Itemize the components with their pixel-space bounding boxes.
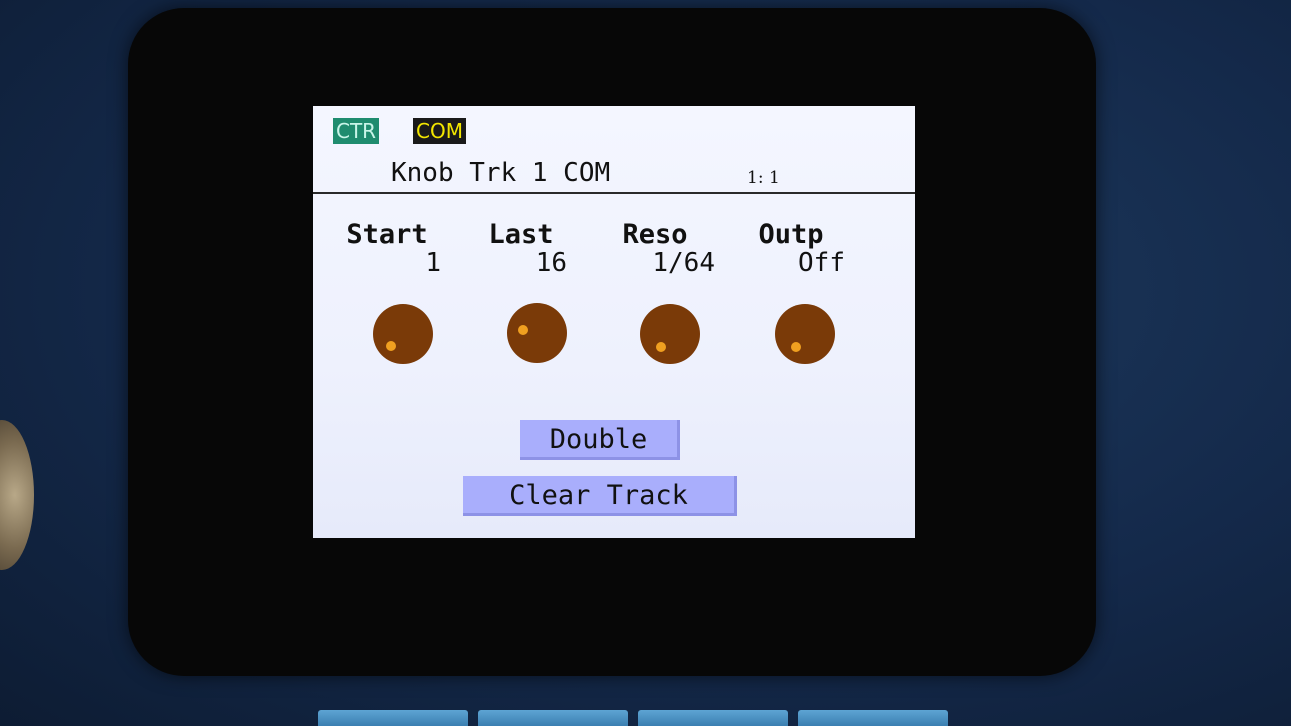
knob-outp[interactable] <box>775 304 835 364</box>
param-last: Last 16 <box>461 219 581 278</box>
double-button[interactable]: Double <box>520 420 680 460</box>
page-title: Knob Trk 1 COM <box>391 158 611 188</box>
hardware-button-3[interactable] <box>638 710 788 726</box>
lcd-screen: CTR COM Knob Trk 1 COM 1: 1 Start 1 Last… <box>313 106 915 538</box>
param-value: 1/64 <box>652 248 715 278</box>
com-tag[interactable]: COM <box>413 118 466 144</box>
param-start: Start 1 <box>327 219 447 278</box>
knob-start[interactable] <box>373 304 433 364</box>
param-label: Reso <box>622 219 688 250</box>
param-value: Off <box>798 248 845 278</box>
position-indicator: 1: 1 <box>747 168 780 188</box>
param-reso: Reso 1/64 <box>595 219 715 278</box>
param-outp: Outp Off <box>731 219 851 278</box>
param-label: Last <box>488 219 554 250</box>
hardware-button-1[interactable] <box>318 710 468 726</box>
knob-last[interactable] <box>507 303 567 363</box>
knob-reso[interactable] <box>640 304 700 364</box>
clear-track-button[interactable]: Clear Track <box>463 476 737 516</box>
knob-indicator <box>518 325 528 335</box>
ctr-tag[interactable]: CTR <box>333 118 380 144</box>
knob-indicator <box>656 342 666 352</box>
hardware-encoder-knob[interactable] <box>0 420 34 570</box>
param-label: Outp <box>758 219 824 250</box>
header-divider <box>313 192 915 194</box>
knob-indicator <box>386 341 396 351</box>
hardware-button-4[interactable] <box>798 710 948 726</box>
param-label: Start <box>346 219 428 250</box>
hardware-button-2[interactable] <box>478 710 628 726</box>
knob-indicator <box>791 342 801 352</box>
param-value: 1 <box>425 248 441 278</box>
param-value: 16 <box>535 248 567 278</box>
